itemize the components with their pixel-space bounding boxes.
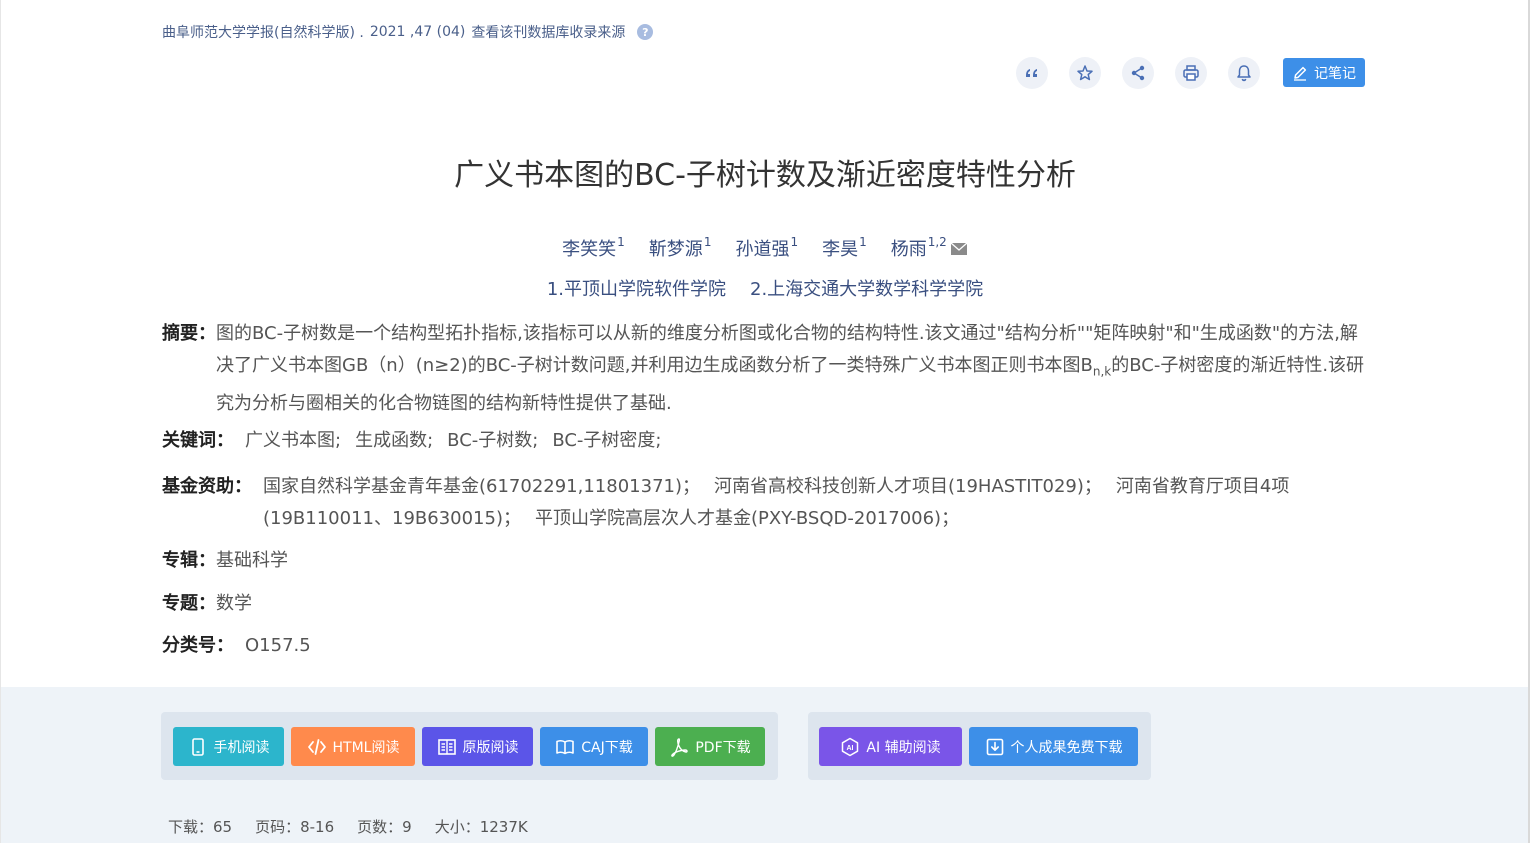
ai-assist-read-button[interactable]: AI AI 辅助阅读 (819, 727, 962, 766)
journal-link[interactable]: 曲阜师范大学学报(自然科学版) . (162, 22, 364, 42)
abstract-label: 摘要： (162, 323, 216, 344)
keyword-link[interactable]: BC-子树数; (447, 430, 538, 451)
author-affiliation-sup: 1 (859, 235, 867, 249)
pdf-icon (671, 737, 689, 757)
keyword-link[interactable]: BC-子树密度; (552, 430, 661, 451)
bell-icon[interactable] (1228, 57, 1260, 89)
affiliation-item[interactable]: 1.平顶山学院软件学院 (547, 275, 726, 301)
subject-value: 数学 (216, 593, 252, 614)
classification-value: O157.5 (245, 635, 311, 656)
take-note-label: 记笔记 (1314, 65, 1356, 82)
quote-icon[interactable] (1016, 57, 1048, 89)
share-icon[interactable] (1122, 57, 1154, 89)
author-item[interactable]: 李昊 1 (822, 235, 867, 261)
funding-link[interactable]: 国家自然科学基金青年基金(61702291,11801371)； (263, 476, 700, 497)
abstract-section: 摘要： 图的BC-子树数是一个结构型拓扑指标,该指标可以从新的维度分析图或化合物… (162, 318, 1367, 420)
keywords-section: 关键词： 广义书本图; 生成函数; BC-子树数; BC-子树密度; (162, 425, 1367, 457)
author-affiliation-sup: 1 (703, 235, 712, 249)
phone-icon (191, 737, 204, 756)
book-icon (556, 739, 575, 754)
author-name: 杨雨 (890, 239, 927, 260)
ai-assist-read-label: AI 辅助阅读 (866, 739, 941, 756)
star-icon[interactable] (1069, 57, 1101, 89)
funding-label: 基金资助： (162, 476, 252, 497)
article-title: 广义书本图的BC-子树计数及渐近密度特性分析 (454, 158, 1076, 193)
db-source-link[interactable]: 查看该刊数据库收录来源 (471, 22, 625, 42)
series-label: 专辑： (162, 550, 216, 571)
svg-text:AI: AI (847, 745, 854, 752)
keyword-link[interactable]: 广义书本图; (245, 430, 341, 451)
series-value: 基础科学 (216, 550, 288, 571)
classification-label: 分类号： (162, 635, 234, 656)
download-count: 下载：65 (168, 818, 233, 836)
personal-free-download-label: 个人成果免费下载 (1010, 739, 1123, 756)
author-name: 李昊 (822, 239, 859, 260)
abstract-subscript: n,k (1092, 364, 1112, 379)
funding-list: 国家自然科学基金青年基金(61702291,11801371)； 河南省高校科技创… (263, 471, 1367, 535)
keywords-list: 广义书本图; 生成函数; BC-子树数; BC-子树密度; (245, 425, 1367, 457)
open-book-icon (437, 738, 456, 755)
funding-link[interactable]: 平顶山学院高层次人才基金(PXY-BSQD-2017006)； (535, 508, 959, 529)
personal-free-download-button[interactable]: 个人成果免费下载 (969, 727, 1138, 766)
article-stats: 下载：65 页码：8-16 页数：9 大小：1237K (168, 816, 551, 837)
pencil-icon (1294, 66, 1307, 81)
author-affiliation-sup: 1,2 (927, 235, 947, 249)
mobile-read-label: 手机阅读 (213, 739, 270, 756)
page-range: 页码：8-16 (255, 818, 335, 836)
keyword-link[interactable]: 生成函数; (355, 430, 433, 451)
author-name: 靳梦源 (648, 239, 703, 260)
original-read-button[interactable]: 原版阅读 (422, 727, 533, 766)
help-icon[interactable]: ? (637, 24, 654, 40)
series-section: 专辑： 基础科学 (162, 545, 1367, 577)
subject-label: 专题： (162, 593, 216, 614)
html-read-button[interactable]: HTML阅读 (291, 727, 415, 766)
author-item[interactable]: 孙道强 1 (735, 235, 798, 261)
affiliation-item[interactable]: 2.上海交通大学数学科学学院 (750, 275, 983, 301)
original-read-label: 原版阅读 (462, 739, 519, 756)
download-icon (986, 738, 1003, 755)
abstract-text: 图的BC-子树数是一个结构型拓扑指标,该指标可以从新的维度分析图或化合物的结构特… (216, 318, 1367, 420)
mail-icon[interactable] (950, 242, 968, 256)
print-icon[interactable] (1175, 57, 1207, 89)
classification-section: 分类号： O157.5 (162, 630, 1367, 662)
html-read-label: HTML阅读 (332, 739, 400, 756)
caj-download-button[interactable]: CAJ下载 (540, 727, 648, 766)
affiliation-list: 1.平顶山学院软件学院 2.上海交通大学数学科学学院 (0, 275, 1530, 301)
file-size: 大小：1237K (434, 818, 528, 836)
author-affiliation-sup: 1 (617, 235, 625, 249)
pdf-download-button[interactable]: PDF下载 (655, 727, 765, 766)
ai-icon: AI (842, 737, 859, 756)
funding-section: 基金资助： 国家自然科学基金青年基金(61702291,11801371)； 河南… (162, 471, 1367, 535)
author-list: 李笑笑 1 靳梦源 1 孙道强 1 李昊 1 杨雨 1,2 (0, 235, 1530, 261)
pdf-download-label: PDF下载 (695, 739, 751, 756)
funding-link[interactable]: 河南省高校科技创新人才项目(19HASTIT029)； (714, 476, 1102, 497)
keywords-label: 关键词： (162, 430, 234, 451)
author-name: 李笑笑 (562, 239, 617, 260)
author-item[interactable]: 李笑笑 1 (562, 235, 625, 261)
source-line: 曲阜师范大学学报(自然科学版) . 2021 ,47 (04) 查看该刊数据库收… (162, 22, 659, 42)
issue-link[interactable]: 2021 ,47 (04) (370, 24, 466, 40)
subject-section: 专题： 数学 (162, 588, 1367, 620)
code-icon (307, 738, 326, 755)
author-affiliation-sup: 1 (790, 235, 799, 249)
page-count: 页数：9 (357, 818, 412, 836)
author-name: 孙道强 (735, 239, 790, 260)
toolbar (1016, 57, 1281, 89)
mobile-read-button[interactable]: 手机阅读 (173, 727, 284, 766)
caj-download-label: CAJ下载 (581, 739, 633, 756)
take-note-button[interactable]: 记笔记 (1283, 58, 1365, 87)
author-item[interactable]: 靳梦源 1 (649, 235, 712, 261)
author-item[interactable]: 杨雨 1,2 (891, 235, 968, 261)
